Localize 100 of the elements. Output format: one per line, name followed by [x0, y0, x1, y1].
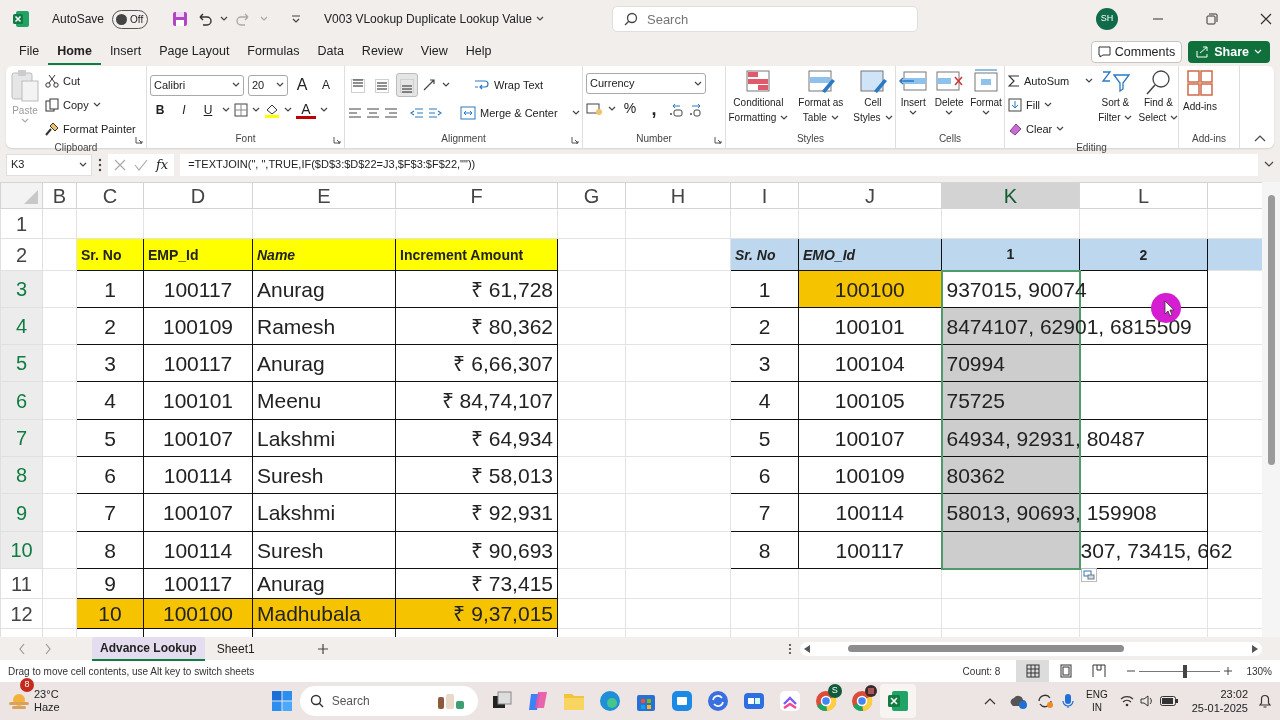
- menu-tab[interactable]: View: [411, 38, 457, 66]
- horizontal-align-icon[interactable]: [366, 106, 380, 120]
- row-header[interactable]: 9: [0, 493, 43, 532]
- row-header[interactable]: 4: [0, 307, 43, 345]
- menu-tab[interactable]: Data: [308, 38, 353, 66]
- row-header[interactable]: 1: [0, 208, 43, 239]
- close-icon[interactable]: [1260, 13, 1272, 25]
- styles-button[interactable]: Conditional Formatting: [727, 69, 790, 132]
- grow-font-button[interactable]: A: [292, 73, 312, 97]
- restore-icon[interactable]: [1206, 13, 1218, 25]
- collapse-ribbon-icon[interactable]: [1254, 134, 1266, 142]
- sheet-tab[interactable]: Advance Lookup: [92, 636, 205, 661]
- row-header[interactable]: 6: [0, 381, 43, 420]
- language-indicator[interactable]: ENG: [1086, 688, 1108, 701]
- volume-icon[interactable]: [1139, 695, 1154, 707]
- horizontal-align-icon[interactable]: [348, 106, 362, 120]
- add-sheet-icon[interactable]: [316, 642, 329, 655]
- percent-button[interactable]: %: [620, 98, 640, 119]
- font-style-button[interactable]: U: [198, 101, 218, 119]
- number-format-field[interactable]: Currency: [586, 73, 706, 94]
- vertical-scrollbar[interactable]: [1262, 182, 1280, 637]
- sync-icon[interactable]: [1036, 693, 1055, 709]
- zoom-level[interactable]: 130%: [1246, 663, 1272, 679]
- taskbar-search-field[interactable]: Search: [299, 686, 478, 716]
- decrease-indent-icon[interactable]: [410, 106, 424, 120]
- font-size-field[interactable]: 20: [248, 74, 288, 96]
- more-options-icon[interactable]: [788, 642, 792, 655]
- column-header[interactable]: L: [1079, 182, 1208, 209]
- accounting-icon[interactable]: [586, 101, 604, 116]
- column-header[interactable]: I: [730, 182, 799, 209]
- column-header[interactable]: B: [42, 182, 77, 209]
- cells-button[interactable]: Format: [969, 69, 1003, 132]
- account-avatar[interactable]: SH: [1096, 8, 1118, 30]
- format-painter-button[interactable]: Format Painter: [45, 117, 136, 141]
- zoom-in-icon[interactable]: [1224, 667, 1233, 675]
- borders-icon[interactable]: [234, 103, 248, 117]
- selected-cell[interactable]: [941, 531, 1080, 569]
- shrink-font-button[interactable]: A: [316, 76, 336, 94]
- app-grid-icon[interactable]: [670, 690, 693, 712]
- windows-start-icon[interactable]: [271, 691, 292, 711]
- row-header[interactable]: 2: [0, 238, 43, 271]
- wifi-icon[interactable]: [1119, 695, 1134, 707]
- styles-button[interactable]: Cell Styles: [852, 69, 894, 132]
- styles-button[interactable]: Format as Table: [797, 69, 845, 132]
- add-ins-button[interactable]: Add-ins: [1182, 69, 1218, 132]
- zoom-out-icon[interactable]: [1127, 667, 1136, 675]
- save-icon[interactable]: [172, 11, 189, 27]
- copy-button[interactable]: Copy: [45, 93, 136, 117]
- name-box[interactable]: K3: [6, 153, 92, 176]
- column-header[interactable]: H: [625, 182, 731, 209]
- column-header[interactable]: G: [557, 182, 626, 209]
- menu-tab[interactable]: Page Layout: [150, 38, 239, 66]
- orientation-icon[interactable]: [422, 78, 438, 92]
- menu-tab[interactable]: Formulas: [238, 38, 309, 66]
- row-header[interactable]: 5: [0, 344, 43, 382]
- column-header[interactable]: C: [76, 182, 144, 209]
- font-style-button[interactable]: I: [174, 101, 194, 119]
- dialog-launcher-icon[interactable]: [714, 136, 722, 144]
- dialog-launcher-icon[interactable]: [135, 136, 143, 144]
- customize-icon[interactable]: [290, 13, 303, 25]
- row-header[interactable]: 10: [0, 531, 43, 569]
- cells-button[interactable]: Delete: [933, 69, 966, 132]
- copilot-icon[interactable]: [526, 690, 549, 712]
- column-header[interactable]: K: [941, 182, 1080, 209]
- search-field[interactable]: Search: [612, 6, 918, 32]
- wrap-text-button[interactable]: Wrap Text: [474, 73, 544, 97]
- view-button[interactable]: [1016, 660, 1050, 682]
- row-header[interactable]: 3: [0, 270, 43, 308]
- row-header[interactable]: 11: [0, 568, 43, 599]
- dialog-launcher-icon[interactable]: [571, 136, 579, 144]
- increase-indent-icon[interactable]: [428, 106, 442, 120]
- clock-date[interactable]: 25-01-2025: [1191, 701, 1248, 715]
- horizontal-scrollbar[interactable]: [800, 641, 1262, 656]
- meeting-app-icon[interactable]: [742, 690, 765, 712]
- keyboard-layout[interactable]: IN: [1091, 701, 1102, 714]
- comments-button[interactable]: Comments: [1090, 41, 1183, 63]
- column-header[interactable]: E: [252, 182, 396, 209]
- fill-color-icon[interactable]: [264, 102, 280, 118]
- fill-button[interactable]: Fill: [1008, 93, 1094, 117]
- dialog-launcher-icon[interactable]: [333, 136, 341, 144]
- battery-icon[interactable]: [1159, 696, 1178, 706]
- sheet-tab[interactable]: Sheet1: [208, 637, 263, 660]
- microphone-icon[interactable]: [1062, 693, 1075, 709]
- font-name-field[interactable]: Calibri: [150, 74, 244, 96]
- show-hidden-icons-icon[interactable]: [984, 697, 997, 705]
- expand-formula-icon[interactable]: [1264, 160, 1274, 169]
- zoom-thumb[interactable]: [1182, 664, 1187, 678]
- clear-button[interactable]: Clear: [1008, 117, 1094, 141]
- clock-time[interactable]: 23:02: [1220, 687, 1248, 701]
- excel-icon[interactable]: [886, 690, 909, 712]
- find-select-button[interactable]: Find & Select: [1137, 69, 1180, 141]
- horizontal-align-icon[interactable]: [384, 106, 398, 120]
- insert-function-button[interactable]: fx: [156, 154, 169, 175]
- notification-bell-icon[interactable]: [1258, 693, 1272, 709]
- menu-tab[interactable]: Review: [352, 38, 412, 66]
- cells-button[interactable]: Insert: [897, 69, 930, 132]
- edge-icon[interactable]: [598, 690, 621, 712]
- row-header[interactable]: 8: [0, 456, 43, 494]
- autosum-button[interactable]: AutoSum: [1008, 69, 1094, 93]
- column-header[interactable]: D: [143, 182, 253, 209]
